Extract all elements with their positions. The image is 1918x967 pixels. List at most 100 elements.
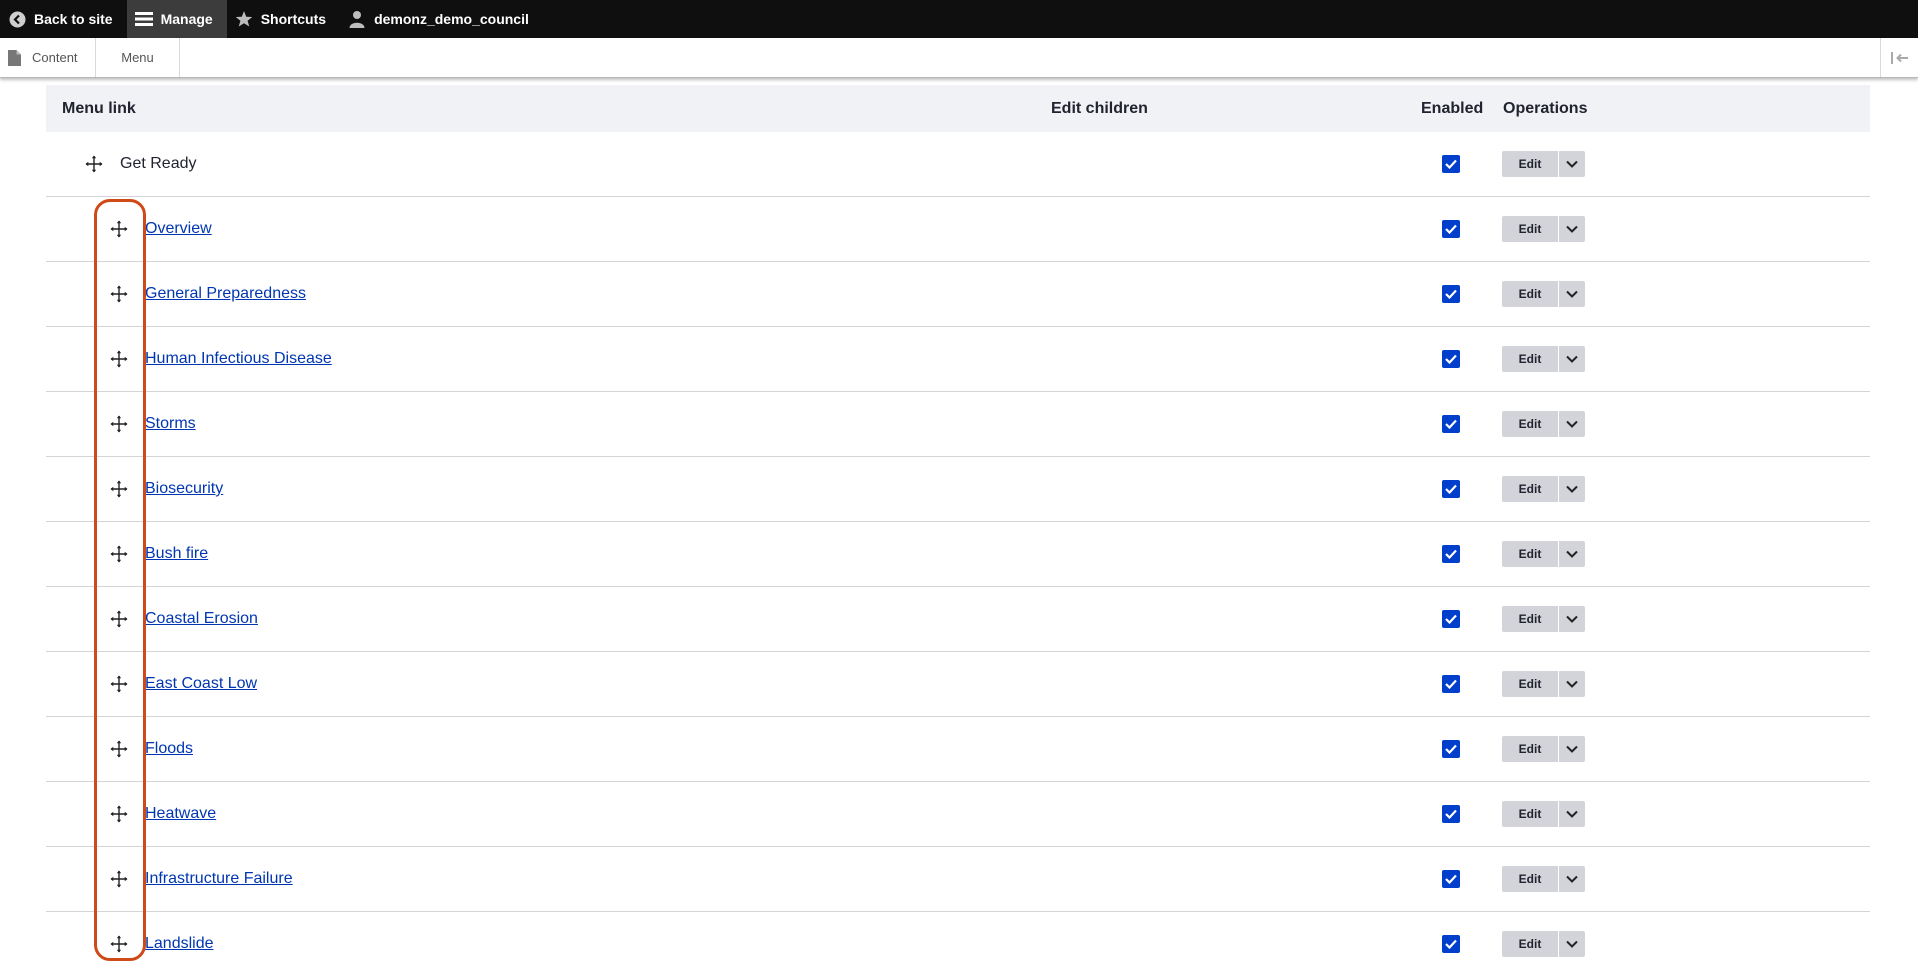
drag-handle-icon[interactable]: [109, 544, 129, 564]
edit-button[interactable]: Edit: [1502, 931, 1558, 957]
operations-dropbutton: Edit: [1502, 541, 1585, 567]
enabled-checkbox[interactable]: [1442, 155, 1460, 173]
enabled-checkbox[interactable]: [1442, 740, 1460, 758]
menu-link[interactable]: Coastal Erosion: [145, 610, 258, 628]
table-row: General Preparedness Edit: [46, 262, 1870, 327]
table-row: Human Infectious Disease Edit: [46, 327, 1870, 392]
chevron-down-icon[interactable]: [1559, 671, 1585, 697]
header-enabled: Enabled: [1421, 99, 1484, 117]
header-edit-children: Edit children: [1051, 99, 1148, 117]
edit-button[interactable]: Edit: [1502, 346, 1558, 372]
enabled-checkbox[interactable]: [1442, 480, 1460, 498]
tray-menu-label: Menu: [121, 50, 154, 65]
user-tab[interactable]: demonz_demo_council: [340, 0, 543, 38]
drag-handle-icon[interactable]: [109, 609, 129, 629]
operations-dropbutton: Edit: [1502, 671, 1585, 697]
tray-item-menu[interactable]: Menu: [96, 38, 180, 77]
drag-handle-icon[interactable]: [109, 414, 129, 434]
enabled-checkbox[interactable]: [1442, 610, 1460, 628]
menu-link[interactable]: Floods: [145, 740, 193, 758]
operations-dropbutton: Edit: [1502, 606, 1585, 632]
drag-handle-icon[interactable]: [109, 219, 129, 239]
operations-dropbutton: Edit: [1502, 931, 1585, 957]
chevron-down-icon[interactable]: [1559, 411, 1585, 437]
enabled-checkbox[interactable]: [1442, 935, 1460, 953]
shortcuts-label: Shortcuts: [260, 11, 327, 27]
operations-dropbutton: Edit: [1502, 866, 1585, 892]
tray-item-content[interactable]: Content: [0, 38, 96, 77]
drag-handle-icon[interactable]: [109, 804, 129, 824]
menu-item-label: Get Ready: [120, 155, 197, 172]
drag-handle-icon[interactable]: [109, 349, 129, 369]
chevron-down-icon[interactable]: [1559, 541, 1585, 567]
enabled-checkbox[interactable]: [1442, 870, 1460, 888]
edit-button[interactable]: Edit: [1502, 541, 1558, 567]
star-icon: [235, 10, 253, 28]
chevron-down-icon[interactable]: [1559, 476, 1585, 502]
enabled-checkbox[interactable]: [1442, 350, 1460, 368]
header-operations: Operations: [1503, 99, 1588, 117]
chevron-down-icon[interactable]: [1559, 931, 1585, 957]
edit-button[interactable]: Edit: [1502, 411, 1558, 437]
edit-button[interactable]: Edit: [1502, 866, 1558, 892]
enabled-checkbox[interactable]: [1442, 805, 1460, 823]
drag-handle-icon[interactable]: [84, 154, 104, 174]
shortcuts-tab[interactable]: Shortcuts: [227, 0, 340, 38]
chevron-down-icon[interactable]: [1559, 606, 1585, 632]
drag-handle-icon[interactable]: [109, 934, 129, 954]
back-arrow-circle-icon: [8, 10, 26, 28]
menu-link[interactable]: Landslide: [145, 935, 214, 953]
edit-button[interactable]: Edit: [1502, 151, 1558, 177]
enabled-checkbox[interactable]: [1442, 545, 1460, 563]
menu-link[interactable]: Overview: [145, 220, 212, 238]
hamburger-menu-icon: [134, 10, 153, 28]
chevron-down-icon[interactable]: [1559, 866, 1585, 892]
back-to-site-link[interactable]: Back to site: [0, 0, 127, 38]
operations-dropbutton: Edit: [1502, 801, 1585, 827]
manage-tab[interactable]: Manage: [126, 0, 227, 38]
table-row: Heatwave Edit: [46, 782, 1870, 847]
enabled-checkbox[interactable]: [1442, 415, 1460, 433]
drag-handle-icon[interactable]: [109, 284, 129, 304]
edit-button[interactable]: Edit: [1502, 606, 1558, 632]
edit-button[interactable]: Edit: [1502, 736, 1558, 762]
menu-link[interactable]: Bush fire: [145, 545, 208, 563]
chevron-down-icon[interactable]: [1559, 346, 1585, 372]
edit-button[interactable]: Edit: [1502, 671, 1558, 697]
chevron-down-icon[interactable]: [1559, 281, 1585, 307]
enabled-checkbox[interactable]: [1442, 220, 1460, 238]
edit-button[interactable]: Edit: [1502, 476, 1558, 502]
manage-label: Manage: [160, 11, 213, 27]
menu-link[interactable]: East Coast Low: [145, 675, 257, 693]
menu-link[interactable]: Storms: [145, 415, 196, 433]
user-icon: [348, 10, 366, 28]
drag-handle-icon[interactable]: [109, 869, 129, 889]
enabled-checkbox[interactable]: [1442, 285, 1460, 303]
edit-button[interactable]: Edit: [1502, 801, 1558, 827]
table-body: Get Ready Edit Overview Edit General Prepare…: [46, 132, 1870, 967]
menu-link[interactable]: Human Infectious Disease: [145, 350, 332, 368]
drag-handle-icon[interactable]: [109, 674, 129, 694]
enabled-checkbox[interactable]: [1442, 675, 1460, 693]
menu-link[interactable]: Heatwave: [145, 805, 216, 823]
menu-link[interactable]: General Preparedness: [145, 285, 306, 303]
drag-handle-icon[interactable]: [109, 739, 129, 759]
chevron-down-icon[interactable]: [1559, 736, 1585, 762]
drag-handle-icon[interactable]: [109, 479, 129, 499]
menu-link[interactable]: Biosecurity: [145, 480, 223, 498]
user-label: demonz_demo_council: [374, 11, 529, 27]
chevron-down-icon[interactable]: [1559, 801, 1585, 827]
edit-button[interactable]: Edit: [1502, 216, 1558, 242]
operations-dropbutton: Edit: [1502, 411, 1585, 437]
chevron-down-icon[interactable]: [1559, 216, 1585, 242]
operations-dropbutton: Edit: [1502, 346, 1585, 372]
menu-link[interactable]: Infrastructure Failure: [145, 870, 293, 888]
header-menu-link: Menu link: [62, 99, 136, 117]
operations-dropbutton: Edit: [1502, 281, 1585, 307]
table-row: East Coast Low Edit: [46, 652, 1870, 717]
table-row: Overview Edit: [46, 197, 1870, 262]
chevron-down-icon[interactable]: [1559, 151, 1585, 177]
toolbar-tray: Content Menu: [0, 38, 1918, 78]
edit-button[interactable]: Edit: [1502, 281, 1558, 307]
collapse-toggle-icon[interactable]: [1880, 38, 1918, 77]
